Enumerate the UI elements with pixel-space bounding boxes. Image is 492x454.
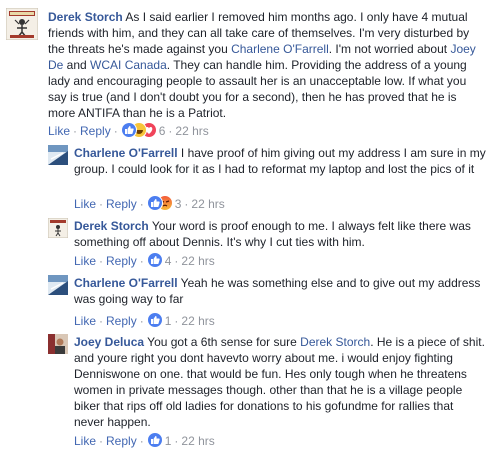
reaction-summary[interactable] — [146, 252, 163, 268]
like-button[interactable]: Like — [74, 197, 96, 211]
comment-reply: Charlene O'Farrell Yeah he was something… — [48, 275, 486, 328]
comment-text: Charlene O'Farrell I have proof of him g… — [74, 146, 486, 176]
comment-actions: Like · Reply · 4 · 22 hrs — [74, 252, 215, 268]
comment-author[interactable]: Joey Deluca — [74, 335, 144, 349]
reaction-count[interactable]: 1 — [165, 434, 172, 448]
reaction-count[interactable]: 4 — [165, 254, 172, 268]
reply-button[interactable]: Reply — [80, 124, 111, 138]
comment-timestamp[interactable]: 22 hrs — [181, 254, 214, 268]
comment-thread: Derek Storch As I said earlier I removed… — [0, 0, 492, 454]
comment-derek-1: Derek Storch As I said earlier I removed… — [6, 8, 486, 140]
reaction-count[interactable]: 6 — [159, 124, 166, 138]
comment-timestamp[interactable]: 22 hrs — [191, 197, 224, 211]
comment-author[interactable]: Derek Storch — [48, 10, 123, 24]
comment-author[interactable]: Charlene O'Farrell — [74, 146, 178, 160]
avatar[interactable] — [48, 145, 68, 165]
comment-actions: Like · Reply · 6 · 22 hrs — [48, 122, 209, 138]
comment-timestamp[interactable]: 22 hrs — [175, 124, 208, 138]
reaction-summary[interactable] — [146, 432, 163, 448]
reaction-count[interactable]: 3 — [175, 197, 182, 211]
avatar[interactable] — [48, 218, 68, 238]
comment-text: Derek Storch As I said earlier I removed… — [48, 10, 476, 120]
comment-reply: Derek Storch Your word is proof enough t… — [48, 218, 486, 268]
comment-timestamp[interactable]: 22 hrs — [181, 314, 214, 328]
mention-link[interactable]: Charlene O'Farrell — [231, 42, 329, 56]
comment-actions: Like · Reply · 3 · 22 hrs — [74, 195, 225, 211]
comment-timestamp[interactable]: 22 hrs — [181, 434, 214, 448]
like-button[interactable]: Like — [74, 254, 96, 268]
comment-reply: Joey Deluca You got a 6th sense for sure… — [48, 334, 486, 450]
comment-text: Charlene O'Farrell Yeah he was something… — [74, 276, 481, 306]
reply-button[interactable]: Reply — [106, 254, 137, 268]
comment-text: Joey Deluca You got a 6th sense for sure… — [74, 335, 485, 429]
comment-author[interactable]: Derek Storch — [74, 219, 149, 233]
comment-author[interactable]: Charlene O'Farrell — [74, 276, 178, 290]
avatar[interactable] — [6, 8, 38, 40]
like-icon — [146, 312, 163, 328]
mention-link[interactable]: Derek Storch — [300, 335, 370, 349]
like-icon — [146, 195, 163, 211]
reaction-count[interactable]: 1 — [165, 314, 172, 328]
mention-link[interactable]: WCAI Canada — [90, 58, 167, 72]
like-icon — [120, 122, 137, 138]
comment-reply: Charlene O'Farrell I have proof of him g… — [48, 145, 486, 213]
avatar[interactable] — [48, 334, 68, 354]
comment-actions: Like · Reply · 1 · 22 hrs — [74, 432, 215, 448]
comment-actions: Like · Reply · 1 · 22 hrs — [74, 312, 215, 328]
reaction-summary[interactable] — [146, 195, 173, 211]
comment-text: Derek Storch Your word is proof enough t… — [74, 219, 471, 249]
reply-button[interactable]: Reply — [106, 197, 137, 211]
reply-button[interactable]: Reply — [106, 314, 137, 328]
avatar[interactable] — [48, 275, 68, 295]
like-button[interactable]: Like — [74, 314, 96, 328]
reply-button[interactable]: Reply — [106, 434, 137, 448]
like-button[interactable]: Like — [74, 434, 96, 448]
reaction-summary[interactable] — [146, 312, 163, 328]
like-icon — [146, 432, 163, 448]
like-icon — [146, 252, 163, 268]
reaction-summary[interactable] — [120, 122, 157, 138]
like-button[interactable]: Like — [48, 124, 70, 138]
